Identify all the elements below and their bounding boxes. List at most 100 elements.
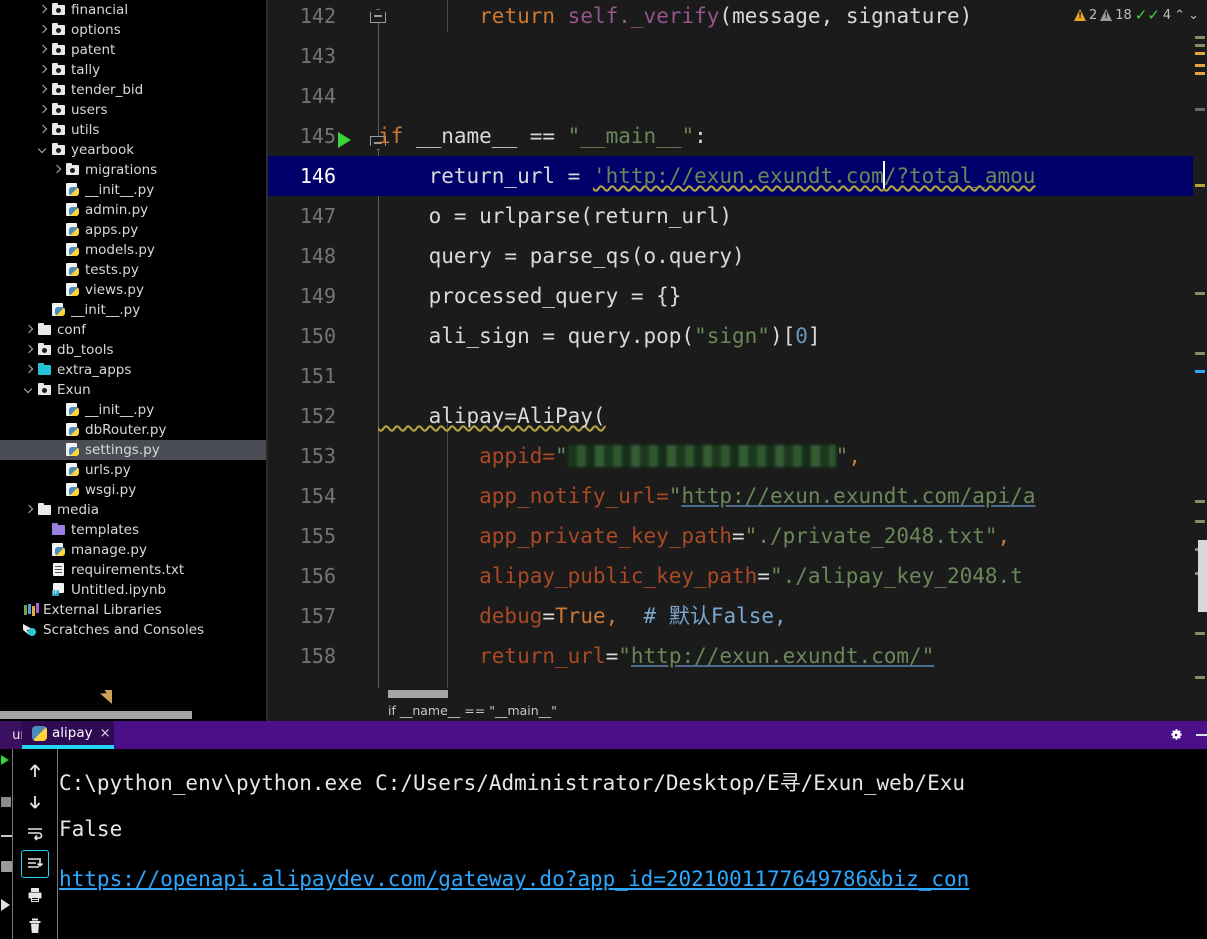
tree-item-settings-py[interactable]: settings.py bbox=[0, 440, 268, 460]
chevron-right-icon[interactable] bbox=[36, 43, 50, 57]
tree-item-dbrouter-py[interactable]: dbRouter.py bbox=[0, 420, 268, 440]
code-line-144[interactable]: 144 bbox=[268, 76, 1207, 116]
code-line-155[interactable]: 155 app_private_key_path="./private_2048… bbox=[268, 516, 1207, 556]
code-editor[interactable]: 142 return self._verify(message, signatu… bbox=[268, 0, 1207, 721]
project-tree[interactable]: financial options patent tally tender_bid use… bbox=[0, 0, 268, 721]
inspection-widget[interactable]: 2 18 ✓✓ 4 ⌃ ⌄ bbox=[1073, 2, 1199, 28]
gear-icon[interactable] bbox=[1168, 727, 1184, 743]
tree-item-manage-py[interactable]: manage.py bbox=[0, 540, 268, 560]
chevron-down-icon[interactable] bbox=[22, 383, 36, 397]
error-stripe-marker[interactable] bbox=[1195, 500, 1205, 503]
error-stripe-marker[interactable] bbox=[1195, 64, 1205, 67]
console-link[interactable]: https://openapi.alipaydev.com/gateway.do… bbox=[59, 867, 969, 891]
tree-item-extra-apps[interactable]: extra_apps bbox=[0, 360, 268, 380]
code-line-142[interactable]: 142 return self._verify(message, signatu… bbox=[268, 0, 1207, 36]
scroll-to-end-icon[interactable] bbox=[21, 850, 49, 878]
run-tab-alipay[interactable]: alipay × bbox=[22, 721, 114, 749]
editor-horizontal-scrollbar[interactable] bbox=[268, 688, 1207, 700]
chevron-right-icon[interactable] bbox=[36, 103, 50, 117]
code-line-146[interactable]: 146 return_url = 'http://exun.exundt.com… bbox=[268, 156, 1207, 196]
chevron-down-icon[interactable] bbox=[36, 143, 50, 157]
chevron-right-icon[interactable] bbox=[22, 363, 36, 377]
tree-item-media[interactable]: media bbox=[0, 500, 268, 520]
tree-item-utils[interactable]: utils bbox=[0, 120, 268, 140]
error-stripe-marker[interactable] bbox=[1195, 36, 1205, 39]
code-line-149[interactable]: 149 processed_query = {} bbox=[268, 276, 1207, 316]
chevron-right-icon[interactable] bbox=[22, 323, 36, 337]
code-line-152[interactable]: 152 alipay=AliPay( bbox=[268, 396, 1207, 436]
chevron-right-icon[interactable] bbox=[36, 63, 50, 77]
code-line-151[interactable]: 151 bbox=[268, 356, 1207, 396]
tree-item--init-py[interactable]: __init__.py bbox=[0, 180, 268, 200]
tree-item-tests-py[interactable]: tests.py bbox=[0, 260, 268, 280]
error-stripe-marker[interactable] bbox=[1195, 44, 1205, 47]
error-stripe-marker[interactable] bbox=[1195, 72, 1205, 75]
error-stripe[interactable] bbox=[1193, 0, 1207, 700]
tree-item-patent[interactable]: patent bbox=[0, 40, 268, 60]
tree-item--init-py[interactable]: __init__.py bbox=[0, 300, 268, 320]
error-stripe-marker[interactable] bbox=[1195, 676, 1205, 679]
tree-item-apps-py[interactable]: apps.py bbox=[0, 220, 268, 240]
tree-item-migrations[interactable]: migrations bbox=[0, 160, 268, 180]
soft-wrap-icon[interactable] bbox=[21, 819, 49, 847]
console-output[interactable]: C:\python_env\python.exe C:/Users/Admini… bbox=[59, 749, 1207, 939]
tree-item-admin-py[interactable]: admin.py bbox=[0, 200, 268, 220]
code-line-154[interactable]: 154 app_notify_url="http://exun.exundt.c… bbox=[268, 476, 1207, 516]
tree-item-untitled-ipynb[interactable]: Untitled.ipynb bbox=[0, 580, 268, 600]
error-stripe-marker[interactable] bbox=[1195, 108, 1205, 111]
tree-item-tally[interactable]: tally bbox=[0, 60, 268, 80]
error-stripe-marker[interactable] bbox=[1195, 352, 1205, 355]
code-line-147[interactable]: 147 o = urlparse(return_url) bbox=[268, 196, 1207, 236]
tree-item-urls-py[interactable]: urls.py bbox=[0, 460, 268, 480]
error-stripe-marker[interactable] bbox=[1195, 632, 1205, 635]
code-line-150[interactable]: 150 ali_sign = query.pop("sign")[0] bbox=[268, 316, 1207, 356]
tree-item-options[interactable]: options bbox=[0, 20, 268, 40]
tree-item-conf[interactable]: conf bbox=[0, 320, 268, 340]
tree-item-tender-bid[interactable]: tender_bid bbox=[0, 80, 268, 100]
editor-vertical-scroll-thumb[interactable] bbox=[1198, 540, 1207, 612]
tree-item-users[interactable]: users bbox=[0, 100, 268, 120]
error-stripe-marker[interactable] bbox=[1195, 184, 1205, 187]
tree-item-db-tools[interactable]: db_tools bbox=[0, 340, 268, 360]
editor-scroll-thumb[interactable] bbox=[388, 690, 448, 698]
code-line-148[interactable]: 148 query = parse_qs(o.query) bbox=[268, 236, 1207, 276]
tree-item-models-py[interactable]: models.py bbox=[0, 240, 268, 260]
error-stripe-marker[interactable] bbox=[1195, 52, 1205, 55]
tree-item-requirements-txt[interactable]: requirements.txt bbox=[0, 560, 268, 580]
chevron-right-icon[interactable] bbox=[36, 83, 50, 97]
chevron-right-icon[interactable] bbox=[36, 23, 50, 37]
error-stripe-marker[interactable] bbox=[1195, 370, 1205, 373]
code-line-145[interactable]: 145 if __name__ == "__main__": bbox=[268, 116, 1207, 156]
scroll-down-icon[interactable] bbox=[21, 788, 49, 816]
chevron-right-icon[interactable] bbox=[22, 503, 36, 517]
minimize-icon[interactable] bbox=[1196, 734, 1207, 736]
next-problem-icon[interactable]: ⌄ bbox=[1188, 8, 1199, 23]
sidebar-horizontal-scrollbar[interactable] bbox=[0, 709, 268, 721]
tree-item-wsgi-py[interactable]: wsgi.py bbox=[0, 480, 268, 500]
tree-item-financial[interactable]: financial bbox=[0, 0, 268, 20]
tree-item-templates[interactable]: templates bbox=[0, 520, 268, 540]
tree-item-yearbook[interactable]: yearbook bbox=[0, 140, 268, 160]
chevron-right-icon[interactable] bbox=[36, 123, 50, 137]
code-line-143[interactable]: 143 bbox=[268, 36, 1207, 76]
code-line-156[interactable]: 156 alipay_public_key_path="./alipay_key… bbox=[268, 556, 1207, 596]
close-icon[interactable]: × bbox=[100, 726, 111, 741]
tree-item-external-libraries[interactable]: External Libraries bbox=[0, 600, 268, 620]
code-line-157[interactable]: 157 debug=True, # 默认False, bbox=[268, 596, 1207, 636]
error-stripe-marker[interactable] bbox=[1195, 292, 1205, 295]
tree-item-views-py[interactable]: views.py bbox=[0, 280, 268, 300]
print-icon[interactable] bbox=[21, 881, 49, 909]
prev-problem-icon[interactable]: ⌃ bbox=[1174, 8, 1185, 23]
tree-item-exun[interactable]: Exun bbox=[0, 380, 268, 400]
breadcrumb[interactable]: if __name__ == "__main__" bbox=[268, 700, 1207, 721]
scroll-up-icon[interactable] bbox=[21, 757, 49, 785]
clear-all-icon[interactable] bbox=[21, 912, 49, 939]
chevron-right-icon[interactable] bbox=[50, 163, 64, 177]
tree-item--init-py[interactable]: __init__.py bbox=[0, 400, 268, 420]
chevron-right-icon[interactable] bbox=[22, 343, 36, 357]
code-line-153[interactable]: 153 appid=" ", bbox=[268, 436, 1207, 476]
error-stripe-marker[interactable] bbox=[1195, 520, 1205, 523]
tree-item-scratches-and-consoles[interactable]: Scratches and Consoles bbox=[0, 620, 268, 640]
code-line-158[interactable]: 158 return_url="http://exun.exundt.com/" bbox=[268, 636, 1207, 676]
console-toolbar[interactable] bbox=[12, 749, 58, 939]
